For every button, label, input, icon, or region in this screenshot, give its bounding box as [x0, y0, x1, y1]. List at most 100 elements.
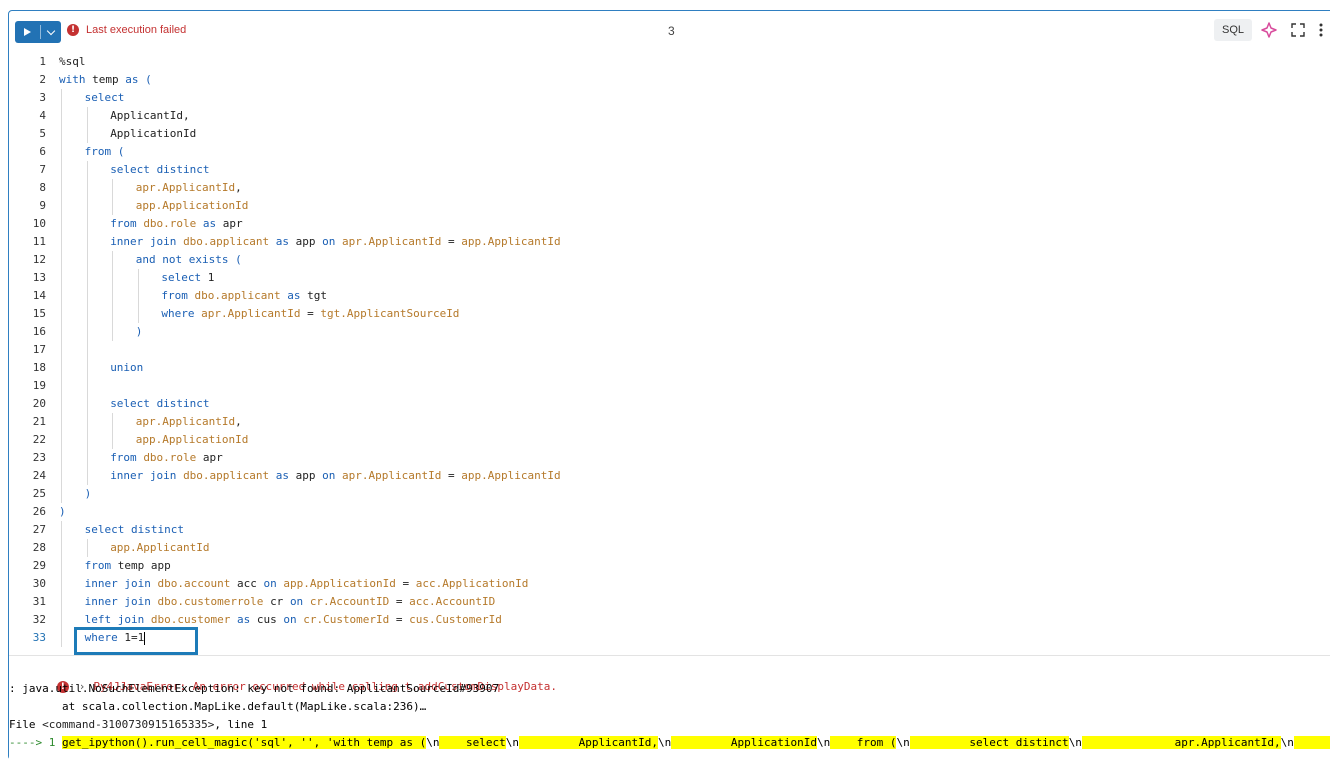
code-line[interactable]: 27 select distinct — [9, 521, 1309, 539]
code-line[interactable]: 1 %sql — [9, 53, 1309, 71]
code-line[interactable]: 31 inner join dbo.customerrole cr on cr.A… — [9, 593, 1309, 611]
code-line[interactable]: 3 select — [9, 89, 1309, 107]
indent-guide — [86, 215, 88, 233]
code-line[interactable]: 7 select distinct — [9, 161, 1309, 179]
line-number: 20 — [32, 397, 46, 410]
code-line[interactable]: 16) — [9, 323, 1309, 341]
line-number: 8 — [39, 181, 46, 194]
traceback-code-segment: select distinct — [909, 736, 1069, 749]
assistant-sparkle-icon[interactable] — [1260, 21, 1278, 39]
code-text: ) — [84, 487, 92, 500]
code-line[interactable]: 26) — [9, 503, 1309, 521]
code-line[interactable]: 18 union — [9, 359, 1309, 377]
line-number: 10 — [32, 217, 46, 230]
code-line[interactable]: 32 left join dbo.customer as cus on cr.Cu… — [9, 611, 1309, 629]
code-line[interactable]: 6 from ( — [9, 143, 1309, 161]
line-number: 29 — [32, 559, 46, 572]
code-line[interactable]: 20 select distinct — [9, 395, 1309, 413]
line-number: 18 — [32, 361, 46, 374]
indent-guide — [86, 467, 88, 485]
indent-guide — [86, 125, 88, 143]
error-summary-row[interactable]: ! › Py4JJavaError: An error occurred while… — [17, 660, 557, 693]
code-line[interactable]: 13 select 1 — [9, 269, 1309, 287]
code-line[interactable]: 33 where 1=1 — [9, 629, 1309, 647]
code-line[interactable]: 10 from dbo.role as apr — [9, 215, 1309, 233]
indent-guide — [86, 413, 88, 431]
traceback-code-segment: \n — [658, 736, 672, 749]
code-text: ApplicantId, — [110, 109, 190, 122]
indent-guide — [86, 269, 88, 287]
code-line[interactable]: 15 where apr.ApplicantId = tgt.ApplicantS… — [9, 305, 1309, 323]
indent-guide — [61, 449, 62, 467]
line-number: 24 — [32, 469, 46, 482]
code-text: union — [110, 361, 144, 374]
indent-guide — [61, 287, 62, 305]
line-number: 9 — [39, 199, 46, 212]
indent-guide — [86, 359, 88, 377]
indent-guide — [86, 323, 88, 341]
indent-guide — [86, 233, 88, 251]
indent-guide — [86, 305, 88, 323]
code-line[interactable]: 9 app.ApplicationId — [9, 197, 1309, 215]
code-line[interactable]: 5 ApplicationId — [9, 125, 1309, 143]
indent-guide — [61, 575, 62, 593]
code-text: select distinct — [84, 523, 184, 536]
annotation-highlight-box — [74, 627, 198, 655]
code-text: where apr.ApplicantId = tgt.ApplicantSou… — [161, 307, 460, 320]
code-text: from ( — [84, 145, 125, 158]
code-line[interactable]: 22 app.ApplicationId — [9, 431, 1309, 449]
indent-guide — [86, 161, 88, 179]
line-number: 17 — [32, 343, 46, 356]
code-line[interactable]: 11 inner join dbo.applicant as app on apr… — [9, 233, 1309, 251]
line-number: 6 — [39, 145, 46, 158]
indent-guide — [61, 323, 62, 341]
code-line[interactable]: 17 — [9, 341, 1309, 359]
code-line[interactable]: 12 and not exists ( — [9, 251, 1309, 269]
line-number: 28 — [32, 541, 46, 554]
code-line[interactable]: 8 apr.ApplicantId, — [9, 179, 1309, 197]
indent-guide — [86, 341, 88, 359]
indent-guide — [61, 179, 62, 197]
indent-guide — [112, 323, 114, 341]
indent-guide — [86, 539, 88, 557]
code-line[interactable]: 23 from dbo.role apr — [9, 449, 1309, 467]
indent-guide — [61, 485, 62, 503]
line-number: 16 — [32, 325, 46, 338]
code-line[interactable]: 28 app.ApplicantId — [9, 539, 1309, 557]
traceback-code-segment: \n — [426, 736, 440, 749]
indent-guide — [112, 179, 114, 197]
expand-icon[interactable] — [1289, 21, 1307, 39]
indent-guide — [112, 431, 114, 449]
chevron-down-icon[interactable] — [46, 26, 56, 35]
code-line[interactable]: 24 inner join dbo.applicant as app on apr… — [9, 467, 1309, 485]
command-link[interactable]: <command-3100730915165335> — [42, 718, 214, 731]
code-line[interactable]: 25) — [9, 485, 1309, 503]
exception-line: : java.util.NoSuchElementException: key … — [9, 682, 500, 695]
indent-guide — [112, 413, 114, 431]
code-text: app.ApplicationId — [135, 199, 249, 212]
more-options-icon[interactable] — [1315, 21, 1327, 39]
indent-guide — [112, 305, 114, 323]
code-line[interactable]: 4 ApplicantId, — [9, 107, 1309, 125]
traceback-code-segment: ap — [1293, 736, 1330, 749]
indent-guide — [86, 251, 88, 269]
code-line[interactable]: 29 from temp app — [9, 557, 1309, 575]
traceback-code-segment: select — [439, 736, 506, 749]
indent-guide — [86, 287, 88, 305]
notebook-cell[interactable]: ! Last execution failed 3 SQL 1 %sql 2 with… — [8, 10, 1330, 766]
line-number: 15 — [32, 307, 46, 320]
code-line[interactable]: 19 — [9, 377, 1309, 395]
traceback-code-segment: \n — [817, 736, 831, 749]
indent-guide — [137, 287, 139, 305]
indent-guide — [112, 269, 114, 287]
error-icon: ! — [67, 24, 79, 36]
code-line[interactable]: 30 inner join dbo.account acc on app.Appl… — [9, 575, 1309, 593]
code-line[interactable]: 21 apr.ApplicantId, — [9, 413, 1309, 431]
indent-guide — [86, 179, 88, 197]
run-cell-button[interactable] — [15, 21, 61, 43]
code-line[interactable]: 14 from dbo.applicant as tgt — [9, 287, 1309, 305]
code-line[interactable]: 2 with temp as ( — [9, 71, 1309, 89]
line-number: 13 — [32, 271, 46, 284]
code-editor[interactable]: 1 %sql 2 with temp as (3 select 4 ApplicantId,… — [9, 53, 1329, 653]
language-selector[interactable]: SQL — [1214, 19, 1252, 41]
